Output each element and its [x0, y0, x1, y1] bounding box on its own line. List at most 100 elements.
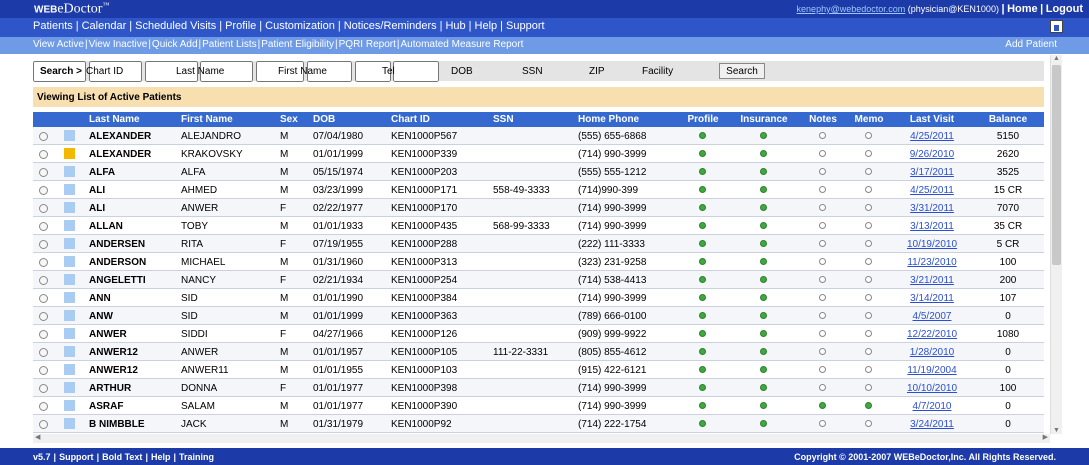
profile-status-icon[interactable] — [699, 366, 706, 373]
notes-status-icon[interactable] — [819, 150, 826, 157]
profile-status-icon[interactable] — [699, 186, 706, 193]
profile-status-icon[interactable] — [699, 222, 706, 229]
insurance-status-icon[interactable] — [760, 402, 767, 409]
profile-status-icon[interactable] — [699, 330, 706, 337]
add-patient-link[interactable]: Add Patient — [1005, 39, 1057, 50]
notes-status-icon[interactable] — [819, 384, 826, 391]
row-select-radio[interactable] — [39, 186, 48, 195]
row-select-radio[interactable] — [39, 150, 48, 159]
table-row[interactable]: ASRAF SALAM M 01/01/1977 KEN1000P390 (714) 99… — [33, 397, 1044, 415]
row-select-radio[interactable] — [39, 240, 48, 249]
table-row[interactable]: ALEXANDER ALEJANDRO M 07/04/1980 KEN1000P567… — [33, 127, 1044, 145]
insurance-status-icon[interactable] — [760, 132, 767, 139]
notes-status-icon[interactable] — [819, 348, 826, 355]
profile-status-icon[interactable] — [699, 420, 706, 427]
memo-status-icon[interactable] — [865, 258, 872, 265]
last-visit-link[interactable]: 1/28/2010 — [910, 347, 955, 358]
insurance-status-icon[interactable] — [760, 366, 767, 373]
scroll-left-icon[interactable]: ◀ — [35, 433, 40, 441]
memo-status-icon[interactable] — [865, 366, 872, 373]
insurance-status-icon[interactable] — [760, 330, 767, 337]
horizontal-scrollbar[interactable]: ◀ ▶ — [33, 434, 1050, 443]
insurance-status-icon[interactable] — [760, 258, 767, 265]
last-visit-link[interactable]: 3/31/2011 — [910, 203, 954, 214]
nav-scheduled-visits[interactable]: Scheduled Visits — [135, 20, 216, 32]
footer-training[interactable]: Training — [179, 452, 214, 462]
row-select-radio[interactable] — [39, 330, 48, 339]
last-visit-link[interactable]: 3/24/2011 — [910, 419, 954, 430]
column-header-memo[interactable]: Memo — [855, 114, 884, 125]
footer-bold-text[interactable]: Bold Text — [102, 452, 142, 462]
memo-status-icon[interactable] — [865, 132, 872, 139]
table-row[interactable]: ALFA ALFA M 05/15/1974 KEN1000P203 (555) 555-… — [33, 163, 1044, 181]
table-row[interactable]: ANW SID M 01/01/1999 KEN1000P363 (789) 666-01… — [33, 307, 1044, 325]
table-row[interactable]: ALI AHMED M 03/23/1999 KEN1000P171 558-49-333… — [33, 181, 1044, 199]
footer-help[interactable]: Help — [151, 452, 171, 462]
last-visit-link[interactable]: 12/22/2010 — [907, 329, 957, 340]
insurance-status-icon[interactable] — [760, 420, 767, 427]
subnav-patient-eligibility[interactable]: Patient Eligibility — [261, 39, 334, 50]
memo-status-icon[interactable] — [865, 384, 872, 391]
table-row[interactable]: ALEXANDER KRAKOVSKY M 01/01/1999 KEN1000P339… — [33, 145, 1044, 163]
last-visit-link[interactable]: 9/26/2010 — [910, 149, 955, 160]
facility-input[interactable] — [393, 61, 440, 82]
row-select-radio[interactable] — [39, 420, 48, 429]
insurance-status-icon[interactable] — [760, 294, 767, 301]
memo-status-icon[interactable] — [865, 222, 872, 229]
row-select-radio[interactable] — [39, 132, 48, 141]
notes-status-icon[interactable] — [819, 204, 826, 211]
column-header-notes[interactable]: Notes — [809, 114, 837, 125]
scrollbar-thumb[interactable] — [1052, 65, 1061, 265]
notes-status-icon[interactable] — [819, 258, 826, 265]
vertical-scrollbar[interactable]: ▲ ▼ — [1050, 55, 1062, 434]
notes-status-icon[interactable] — [819, 276, 826, 283]
nav-patients[interactable]: Patients — [33, 20, 73, 32]
column-header-last-name[interactable]: Last Name — [89, 114, 140, 125]
nav-notices-reminders[interactable]: Notices/Reminders — [344, 20, 437, 32]
profile-status-icon[interactable] — [699, 276, 706, 283]
subnav-pqri-report[interactable]: PQRI Report — [339, 39, 396, 50]
profile-status-icon[interactable] — [699, 258, 706, 265]
memo-status-icon[interactable] — [865, 330, 872, 337]
row-select-radio[interactable] — [39, 276, 48, 285]
insurance-status-icon[interactable] — [760, 168, 767, 175]
notes-status-icon[interactable] — [819, 330, 826, 337]
profile-status-icon[interactable] — [699, 402, 706, 409]
profile-status-icon[interactable] — [699, 204, 706, 211]
row-select-radio[interactable] — [39, 312, 48, 321]
last-visit-link[interactable]: 4/5/2007 — [913, 311, 952, 322]
row-select-radio[interactable] — [39, 366, 48, 375]
row-select-radio[interactable] — [39, 258, 48, 267]
last-visit-link[interactable]: 3/13/2011 — [910, 221, 954, 232]
notes-status-icon[interactable] — [819, 240, 826, 247]
last-visit-link[interactable]: 10/10/2010 — [907, 383, 957, 394]
notes-status-icon[interactable] — [819, 402, 826, 409]
user-email[interactable]: kenephy@webedoctor.com — [797, 4, 906, 14]
insurance-status-icon[interactable] — [760, 348, 767, 355]
row-select-radio[interactable] — [39, 168, 48, 177]
memo-status-icon[interactable] — [865, 240, 872, 247]
memo-status-icon[interactable] — [865, 402, 872, 409]
table-row[interactable]: ANGELETTI NANCY F 02/21/1934 KEN1000P254 (714… — [33, 271, 1044, 289]
table-row[interactable]: ANWER12 ANWER M 01/01/1957 KEN1000P105 111-22… — [33, 343, 1044, 361]
insurance-status-icon[interactable] — [760, 222, 767, 229]
exit-icon[interactable] — [1050, 20, 1063, 33]
subnav-view-inactive[interactable]: View Inactive — [89, 39, 148, 50]
memo-status-icon[interactable] — [865, 294, 872, 301]
last-visit-link[interactable]: 11/19/2004 — [907, 365, 956, 376]
column-header-chart-id[interactable]: Chart ID — [391, 114, 430, 125]
last-visit-link[interactable]: 3/14/2011 — [910, 293, 954, 304]
row-select-radio[interactable] — [39, 384, 48, 393]
profile-status-icon[interactable] — [699, 348, 706, 355]
last-visit-link[interactable]: 4/7/2010 — [913, 401, 952, 412]
nav-profile[interactable]: Profile — [225, 20, 256, 32]
column-header-insurance[interactable]: Insurance — [740, 114, 787, 125]
scroll-right-icon[interactable]: ▶ — [1043, 433, 1048, 441]
memo-status-icon[interactable] — [865, 204, 872, 211]
memo-status-icon[interactable] — [865, 312, 872, 319]
notes-status-icon[interactable] — [819, 420, 826, 427]
subnav-patient-lists[interactable]: Patient Lists — [202, 39, 256, 50]
memo-status-icon[interactable] — [865, 276, 872, 283]
column-header-last-visit[interactable]: Last Visit — [910, 114, 954, 125]
notes-status-icon[interactable] — [819, 366, 826, 373]
